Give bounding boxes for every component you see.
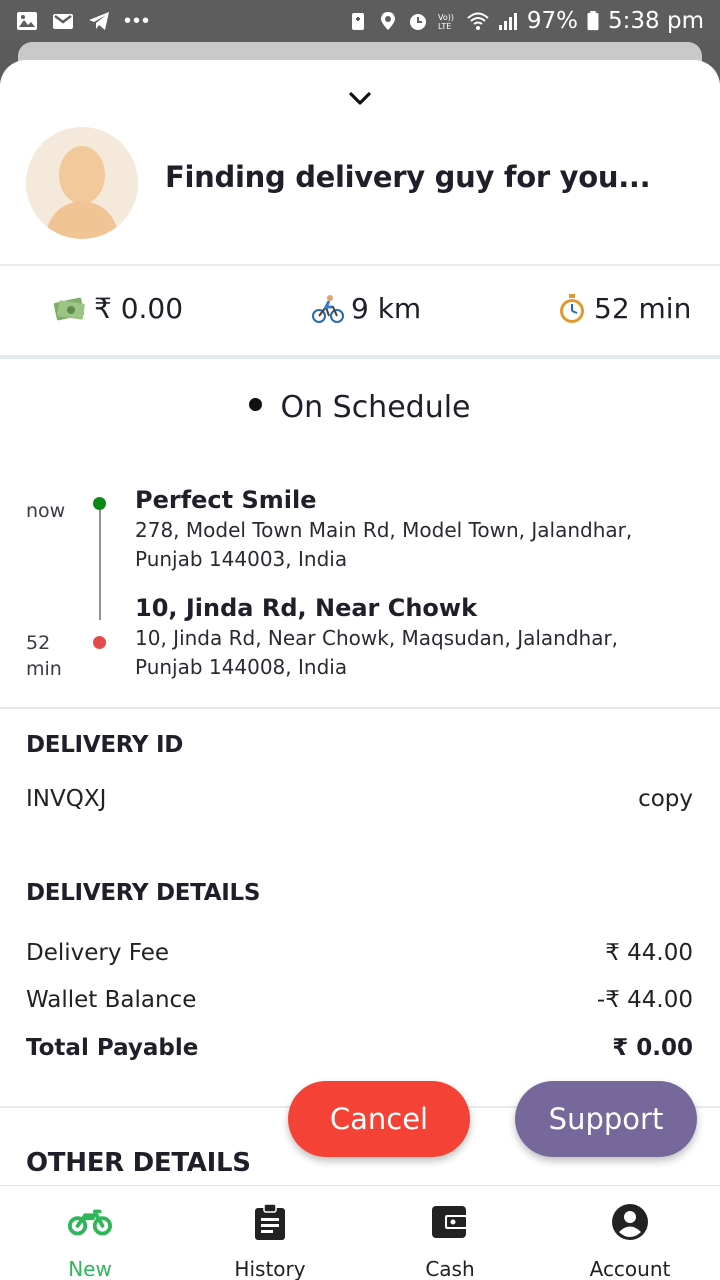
fare-value: ₹ 0.00 — [94, 292, 184, 325]
delivery-details-title: DELIVERY DETAILS — [26, 880, 261, 906]
nav-label-account: Account — [589, 1257, 671, 1280]
nav-item-account[interactable]: Account — [540, 1186, 720, 1280]
nav-item-history[interactable]: History — [180, 1186, 360, 1280]
dropoff-time-label: 52 min — [26, 630, 62, 682]
divider — [0, 355, 720, 359]
dropoff-dot-icon — [93, 636, 106, 649]
delivery-id-title: DELIVERY ID — [26, 732, 183, 758]
gallery-icon — [17, 12, 37, 30]
timeline-line — [99, 504, 101, 620]
pickup-name: Perfect Smile — [135, 486, 317, 514]
cyclist-icon — [312, 294, 344, 323]
person-silhouette-icon — [26, 127, 138, 239]
location-icon — [380, 12, 395, 30]
wifi-icon — [467, 12, 489, 30]
nav-label-new: New — [68, 1257, 112, 1280]
delivery-fee-value: ₹ 44.00 — [605, 940, 693, 966]
clock: 5:38 pm — [608, 8, 704, 34]
schedule-status: On Schedule — [0, 390, 720, 425]
route-timeline: now Perfect Smile 278, Model Town Main R… — [0, 480, 720, 700]
total-payable-value: ₹ 0.00 — [612, 1035, 693, 1061]
distance-stat: 9 km — [311, 292, 421, 325]
svg-text:LTE: LTE — [438, 22, 451, 31]
wallet-icon — [428, 1202, 472, 1241]
schedule-status-text: On Schedule — [280, 390, 471, 425]
more-dots-icon: ••• — [124, 9, 152, 32]
cancel-button[interactable]: Cancel — [288, 1081, 470, 1157]
clipboard-icon — [248, 1202, 292, 1241]
wallet-balance-value: -₹ 44.00 — [596, 987, 693, 1013]
total-payable-label: Total Payable — [26, 1035, 199, 1061]
bottom-navigation: New History Cash Account — [0, 1185, 720, 1280]
battery-percent: 97% — [526, 8, 579, 34]
gmail-icon — [53, 14, 73, 29]
money-icon — [53, 297, 85, 320]
nav-label-cash: Cash — [425, 1257, 475, 1280]
motorbike-icon — [68, 1202, 112, 1241]
finding-driver-text: Finding delivery guy for you... — [165, 160, 651, 194]
trip-stats: ₹ 0.00 9 km 52 min — [0, 266, 720, 356]
dropoff-address: 10, Jinda Rd, Near Chowk, Maqsudan, Jala… — [135, 626, 619, 679]
battery-icon — [587, 11, 599, 31]
pickup-dot-icon — [93, 497, 106, 510]
distance-value: 9 km — [351, 292, 422, 325]
status-bar: ••• Vo)) LTE 97% 5:38 pm — [0, 0, 720, 42]
dropoff-time-value: 52 — [26, 632, 51, 654]
chevron-down-icon[interactable] — [347, 88, 373, 108]
wallet-balance-label: Wallet Balance — [26, 987, 197, 1013]
avatar — [26, 127, 138, 239]
nav-item-cash[interactable]: Cash — [360, 1186, 540, 1280]
copy-button[interactable]: copy — [638, 786, 693, 812]
duration-value: 52 min — [594, 292, 692, 325]
telegram-icon — [89, 12, 109, 30]
pickup-address: 278, Model Town Main Rd, Model Town, Jal… — [135, 518, 633, 571]
svg-text:Vo)): Vo)) — [438, 13, 454, 22]
support-button[interactable]: Support — [515, 1081, 697, 1157]
fare-stat: ₹ 0.00 — [52, 292, 183, 325]
battery-saver-icon — [351, 13, 364, 30]
delivery-id-value: INVQXJ — [26, 786, 107, 812]
pickup-time-label: now — [26, 500, 66, 522]
delivery-status-sheet: Finding delivery guy for you... ₹ 0.00 9… — [0, 60, 720, 1185]
stopwatch-icon — [560, 293, 584, 323]
duration-stat: 52 min — [556, 292, 691, 325]
volte-icon: Vo))LTE — [438, 13, 454, 31]
divider — [0, 707, 720, 709]
signal-icon — [498, 13, 517, 30]
status-dot-icon — [249, 398, 263, 411]
nav-item-new[interactable]: New — [0, 1186, 180, 1280]
account-circle-icon — [608, 1202, 652, 1241]
other-details-title: OTHER DETAILS — [26, 1148, 251, 1178]
dropoff-name: 10, Jinda Rd, Near Chowk — [135, 594, 478, 622]
delivery-fee-label: Delivery Fee — [26, 940, 170, 966]
alarm-icon — [409, 14, 426, 30]
nav-label-history: History — [234, 1257, 306, 1280]
dropoff-time-unit: min — [26, 658, 62, 680]
